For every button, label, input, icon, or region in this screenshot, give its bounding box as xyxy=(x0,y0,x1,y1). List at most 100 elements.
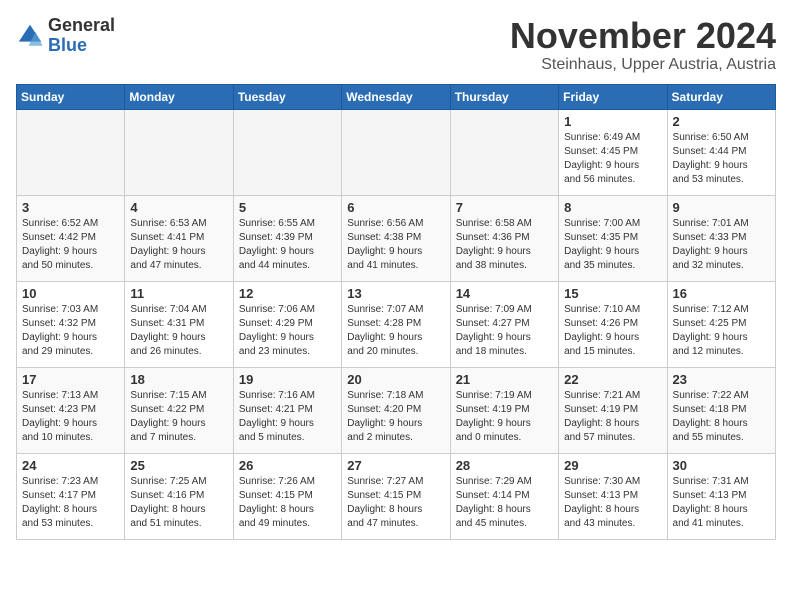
day-number: 3 xyxy=(22,200,119,215)
calendar-cell: 29 Sunrise: 7:30 AM Sunset: 4:13 PM Dayli… xyxy=(559,453,667,539)
calendar-cell: 4 Sunrise: 6:53 AM Sunset: 4:41 PM Daylig… xyxy=(125,195,233,281)
day-number: 26 xyxy=(239,458,336,473)
calendar-cell: 6 Sunrise: 6:56 AM Sunset: 4:38 PM Daylig… xyxy=(342,195,450,281)
day-number: 2 xyxy=(673,114,770,129)
calendar-week-row: 10 Sunrise: 7:03 AM Sunset: 4:32 PM Dayli… xyxy=(17,281,776,367)
day-info: Sunrise: 7:19 AM Sunset: 4:19 PM Dayligh… xyxy=(456,389,553,445)
weekday-header-sunday: Sunday xyxy=(17,84,125,109)
calendar-cell: 7Sunrise: 6:58 AM Sunset: 4:36 PM Daylig… xyxy=(450,195,558,281)
title-area: November 2024 Steinhaus, Upper Austria, … xyxy=(510,16,776,74)
calendar-cell: 17 Sunrise: 7:13 AM Sunset: 4:23 PM Dayli… xyxy=(17,367,125,453)
logo-icon xyxy=(16,22,44,50)
day-info: Sunrise: 7:03 AM Sunset: 4:32 PM Dayligh… xyxy=(22,303,119,359)
calendar-cell: 26 Sunrise: 7:26 AM Sunset: 4:15 PM Dayli… xyxy=(233,453,341,539)
day-info: Sunrise: 6:56 AM Sunset: 4:38 PM Dayligh… xyxy=(347,217,444,273)
day-number: 10 xyxy=(22,286,119,301)
day-info: Sunrise: 7:25 AM Sunset: 4:16 PM Dayligh… xyxy=(130,475,227,531)
weekday-header-tuesday: Tuesday xyxy=(233,84,341,109)
logo-blue-text: Blue xyxy=(48,36,115,56)
calendar-cell: 18 Sunrise: 7:15 AM Sunset: 4:22 PM Dayli… xyxy=(125,367,233,453)
day-info: Sunrise: 7:15 AM Sunset: 4:22 PM Dayligh… xyxy=(130,389,227,445)
calendar-cell xyxy=(125,109,233,195)
day-number: 6 xyxy=(347,200,444,215)
calendar-cell: 2Sunrise: 6:50 AM Sunset: 4:44 PM Daylig… xyxy=(667,109,775,195)
day-number: 21 xyxy=(456,372,553,387)
day-info: Sunrise: 6:52 AM Sunset: 4:42 PM Dayligh… xyxy=(22,217,119,273)
day-info: Sunrise: 7:00 AM Sunset: 4:35 PM Dayligh… xyxy=(564,217,661,273)
day-number: 13 xyxy=(347,286,444,301)
calendar-cell: 12 Sunrise: 7:06 AM Sunset: 4:29 PM Dayli… xyxy=(233,281,341,367)
calendar-week-row: 24 Sunrise: 7:23 AM Sunset: 4:17 PM Dayli… xyxy=(17,453,776,539)
day-info: Sunrise: 7:18 AM Sunset: 4:20 PM Dayligh… xyxy=(347,389,444,445)
day-info: Sunrise: 7:22 AM Sunset: 4:18 PM Dayligh… xyxy=(673,389,770,445)
day-info: Sunrise: 7:07 AM Sunset: 4:28 PM Dayligh… xyxy=(347,303,444,359)
day-number: 22 xyxy=(564,372,661,387)
location-title: Steinhaus, Upper Austria, Austria xyxy=(510,56,776,74)
day-info: Sunrise: 6:49 AM Sunset: 4:45 PM Dayligh… xyxy=(564,131,661,187)
calendar-cell: 16 Sunrise: 7:12 AM Sunset: 4:25 PM Dayli… xyxy=(667,281,775,367)
day-number: 9 xyxy=(673,200,770,215)
day-info: Sunrise: 6:58 AM Sunset: 4:36 PM Dayligh… xyxy=(456,217,553,273)
day-number: 15 xyxy=(564,286,661,301)
day-info: Sunrise: 7:12 AM Sunset: 4:25 PM Dayligh… xyxy=(673,303,770,359)
calendar-cell: 8 Sunrise: 7:00 AM Sunset: 4:35 PM Daylig… xyxy=(559,195,667,281)
day-number: 11 xyxy=(130,286,227,301)
day-number: 19 xyxy=(239,372,336,387)
calendar-cell: 3 Sunrise: 6:52 AM Sunset: 4:42 PM Daylig… xyxy=(17,195,125,281)
day-info: Sunrise: 7:10 AM Sunset: 4:26 PM Dayligh… xyxy=(564,303,661,359)
calendar-table: SundayMondayTuesdayWednesdayThursdayFrid… xyxy=(16,84,776,540)
page-header: General Blue November 2024 Steinhaus, Up… xyxy=(16,16,776,74)
calendar-week-row: 17 Sunrise: 7:13 AM Sunset: 4:23 PM Dayli… xyxy=(17,367,776,453)
day-number: 20 xyxy=(347,372,444,387)
month-title: November 2024 xyxy=(510,16,776,56)
calendar-cell: 11 Sunrise: 7:04 AM Sunset: 4:31 PM Dayli… xyxy=(125,281,233,367)
weekday-header-wednesday: Wednesday xyxy=(342,84,450,109)
day-info: Sunrise: 7:21 AM Sunset: 4:19 PM Dayligh… xyxy=(564,389,661,445)
calendar-cell: 20 Sunrise: 7:18 AM Sunset: 4:20 PM Dayli… xyxy=(342,367,450,453)
day-number: 8 xyxy=(564,200,661,215)
day-number: 24 xyxy=(22,458,119,473)
day-number: 29 xyxy=(564,458,661,473)
day-info: Sunrise: 6:55 AM Sunset: 4:39 PM Dayligh… xyxy=(239,217,336,273)
day-number: 14 xyxy=(456,286,553,301)
logo: General Blue xyxy=(16,16,115,56)
calendar-week-row: 1 Sunrise: 6:49 AM Sunset: 4:45 PM Daylig… xyxy=(17,109,776,195)
calendar-cell xyxy=(342,109,450,195)
day-info: Sunrise: 7:30 AM Sunset: 4:13 PM Dayligh… xyxy=(564,475,661,531)
day-info: Sunrise: 6:53 AM Sunset: 4:41 PM Dayligh… xyxy=(130,217,227,273)
calendar-cell: 14Sunrise: 7:09 AM Sunset: 4:27 PM Dayli… xyxy=(450,281,558,367)
day-number: 25 xyxy=(130,458,227,473)
calendar-cell xyxy=(233,109,341,195)
day-info: Sunrise: 7:31 AM Sunset: 4:13 PM Dayligh… xyxy=(673,475,770,531)
calendar-cell xyxy=(17,109,125,195)
day-number: 1 xyxy=(564,114,661,129)
calendar-cell xyxy=(450,109,558,195)
calendar-cell: 5Sunrise: 6:55 AM Sunset: 4:39 PM Daylig… xyxy=(233,195,341,281)
calendar-cell: 24 Sunrise: 7:23 AM Sunset: 4:17 PM Dayli… xyxy=(17,453,125,539)
logo-general-text: General xyxy=(48,16,115,36)
day-info: Sunrise: 7:13 AM Sunset: 4:23 PM Dayligh… xyxy=(22,389,119,445)
day-info: Sunrise: 7:23 AM Sunset: 4:17 PM Dayligh… xyxy=(22,475,119,531)
calendar-cell: 27 Sunrise: 7:27 AM Sunset: 4:15 PM Dayli… xyxy=(342,453,450,539)
day-number: 18 xyxy=(130,372,227,387)
day-info: Sunrise: 7:06 AM Sunset: 4:29 PM Dayligh… xyxy=(239,303,336,359)
day-info: Sunrise: 7:04 AM Sunset: 4:31 PM Dayligh… xyxy=(130,303,227,359)
day-number: 16 xyxy=(673,286,770,301)
weekday-header-monday: Monday xyxy=(125,84,233,109)
calendar-week-row: 3 Sunrise: 6:52 AM Sunset: 4:42 PM Daylig… xyxy=(17,195,776,281)
day-info: Sunrise: 7:01 AM Sunset: 4:33 PM Dayligh… xyxy=(673,217,770,273)
day-number: 12 xyxy=(239,286,336,301)
weekday-header-friday: Friday xyxy=(559,84,667,109)
weekday-header-row: SundayMondayTuesdayWednesdayThursdayFrid… xyxy=(17,84,776,109)
day-number: 4 xyxy=(130,200,227,215)
day-number: 23 xyxy=(673,372,770,387)
day-number: 27 xyxy=(347,458,444,473)
calendar-cell: 19Sunrise: 7:16 AM Sunset: 4:21 PM Dayli… xyxy=(233,367,341,453)
calendar-cell: 30 Sunrise: 7:31 AM Sunset: 4:13 PM Dayli… xyxy=(667,453,775,539)
calendar-cell: 22 Sunrise: 7:21 AM Sunset: 4:19 PM Dayli… xyxy=(559,367,667,453)
day-number: 17 xyxy=(22,372,119,387)
day-number: 30 xyxy=(673,458,770,473)
calendar-cell: 25 Sunrise: 7:25 AM Sunset: 4:16 PM Dayli… xyxy=(125,453,233,539)
day-info: Sunrise: 7:27 AM Sunset: 4:15 PM Dayligh… xyxy=(347,475,444,531)
day-info: Sunrise: 7:26 AM Sunset: 4:15 PM Dayligh… xyxy=(239,475,336,531)
